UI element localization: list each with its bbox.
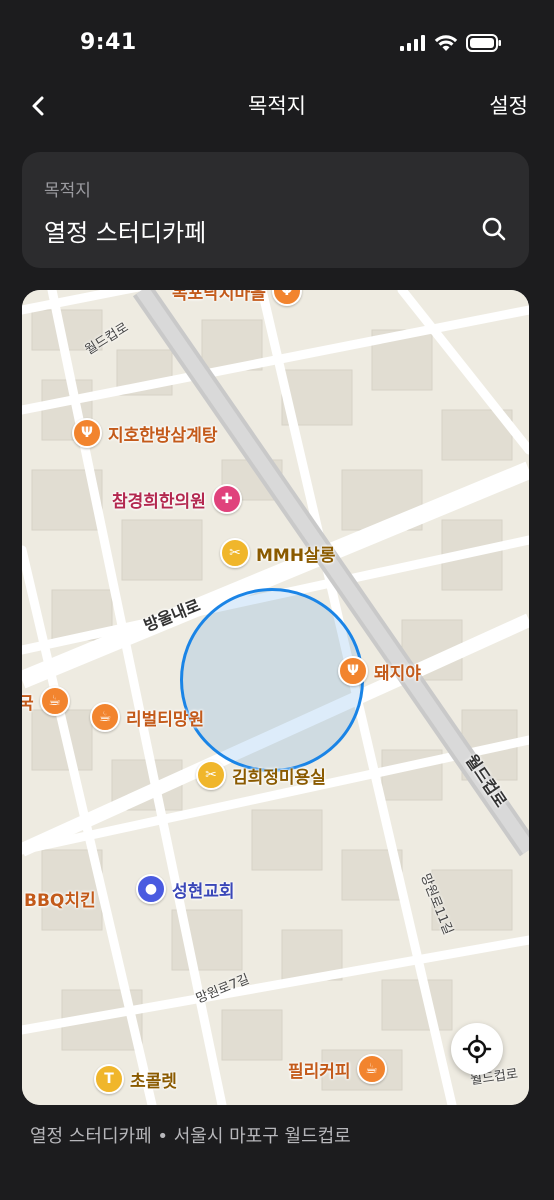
- poi-label: 초콜렛: [130, 1071, 177, 1092]
- church-icon: ●: [136, 874, 166, 904]
- restaurant-icon: Ψ: [338, 656, 368, 686]
- destination-address: 열정 스터디카페 • 서울시 마포구 월드컵로: [30, 1126, 351, 1147]
- medical-icon: ✚: [211, 484, 242, 514]
- poi-guk[interactable]: 국 ☕: [22, 686, 70, 716]
- poi-chocolate[interactable]: T 초콜렛: [94, 1064, 177, 1094]
- salon-icon: ✂: [196, 760, 226, 790]
- page-title: 목적지: [248, 94, 306, 118]
- destination-search-card: 목적지: [22, 152, 529, 268]
- cellular-signal-icon: [400, 35, 425, 51]
- status-bar: 9:41: [0, 0, 554, 90]
- status-icons: [400, 34, 502, 52]
- search-button[interactable]: [479, 214, 509, 244]
- poi-label: 국: [22, 693, 34, 714]
- poi-label: 지호한방삼계탕: [108, 425, 218, 446]
- destination-radius-circle: [180, 588, 364, 772]
- poi-label: 김희정미용실: [232, 767, 326, 788]
- poi-label: 리벌티망원: [126, 709, 205, 730]
- poi-label: 참경희한의원: [112, 491, 206, 512]
- destination-label: 목적지: [44, 181, 91, 201]
- salon-icon: ✂: [220, 538, 250, 568]
- poi-jiho[interactable]: Ψ 지호한방삼계탕: [72, 418, 217, 448]
- battery-icon: [466, 34, 501, 52]
- cafe-icon: ☕: [356, 1054, 387, 1084]
- poi-label: 목포낙지마을: [172, 290, 266, 304]
- restaurant-icon: Ψ: [271, 290, 302, 306]
- poi-mokpo[interactable]: 목포낙지마을 Ψ: [172, 290, 302, 306]
- settings-button[interactable]: 설정: [489, 90, 528, 120]
- wifi-icon: [434, 35, 458, 51]
- locate-me-button[interactable]: [451, 1023, 503, 1075]
- nav-bar: 목적지 설정: [0, 84, 554, 130]
- poi-label: 필리커피: [288, 1061, 351, 1082]
- map-view[interactable]: 월드컵로 방울내로 월드컵로 망원로11길 망원로7길 월드컵로 목포낙지마을 …: [22, 290, 529, 1105]
- poi-kimhuijeong[interactable]: ✂ 김희정미용실: [196, 760, 326, 790]
- poi-liberty[interactable]: ☕ 리벌티망원: [90, 702, 204, 732]
- poi-seonghyeon-church[interactable]: ● 성현교회: [136, 874, 235, 904]
- poi-chamgyeonghui[interactable]: 참경희한의원 ✚: [112, 484, 242, 514]
- search-icon: [482, 217, 506, 241]
- cafe-icon: ☕: [90, 702, 120, 732]
- poi-label: 돼지야: [374, 663, 421, 684]
- cafe-icon: ☕: [39, 686, 70, 716]
- crosshair-icon: [462, 1034, 492, 1064]
- poi-philly-coffee[interactable]: 필리커피 ☕: [288, 1054, 387, 1084]
- poi-label: MMH살롱: [256, 545, 336, 566]
- destination-input[interactable]: [44, 212, 464, 248]
- restaurant-icon: Ψ: [72, 418, 102, 448]
- poi-bbq[interactable]: BBQ치킨: [24, 886, 96, 911]
- poi-label: 성현교회: [172, 881, 235, 902]
- status-time: 9:41: [80, 30, 137, 55]
- poi-label: BBQ치킨: [24, 891, 96, 911]
- poi-dwaejiya[interactable]: Ψ 돼지야: [338, 656, 421, 686]
- poi-mmh[interactable]: ✂ MMH살롱: [220, 538, 335, 568]
- clothing-icon: T: [94, 1064, 124, 1094]
